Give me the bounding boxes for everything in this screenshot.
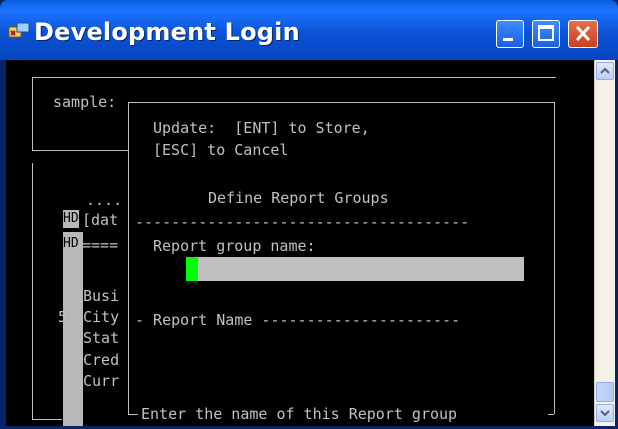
close-button[interactable] xyxy=(568,20,598,48)
minimize-button[interactable] xyxy=(496,20,524,48)
terminal-screen[interactable]: sample: .... HD HD [dat ==== Busi City S… xyxy=(6,60,594,426)
dialog-border-right xyxy=(554,102,555,414)
equals-text: ==== xyxy=(82,236,119,254)
list-item: Cred xyxy=(83,351,120,369)
maximize-button[interactable] xyxy=(532,20,560,48)
hd-label-1: HD xyxy=(63,210,79,228)
scroll-down-button[interactable] xyxy=(596,404,614,422)
bg-box-bottom xyxy=(32,150,128,151)
dialog-update-line: Update: [ENT] to Store, xyxy=(153,119,370,137)
list-item: Busi xyxy=(83,287,120,305)
number-five: 5 xyxy=(58,308,68,326)
dialog-escape-line: [ESC] to Cancel xyxy=(153,141,289,159)
terminal-window: Development Login sample: .... HD HD [da… xyxy=(0,0,618,429)
sample-label: sample: xyxy=(53,93,117,111)
vertical-scrollbar[interactable] xyxy=(594,60,615,426)
dialog-border-bottom-right xyxy=(548,414,554,415)
dialog-border-left xyxy=(128,102,129,414)
window-title: Development Login xyxy=(34,18,300,46)
scroll-thumb[interactable] xyxy=(596,382,614,402)
report-group-name-input[interactable] xyxy=(186,257,524,281)
dialog-border-top xyxy=(128,102,554,103)
title-bar[interactable]: Development Login xyxy=(0,0,618,60)
report-group-name-label: Report group name: xyxy=(153,237,316,255)
list-item: City xyxy=(83,308,120,326)
bg-box2-bottom xyxy=(32,419,62,420)
chevron-down-icon xyxy=(600,410,610,417)
bg-box2-left xyxy=(32,163,33,419)
bg-box-left xyxy=(32,77,33,150)
report-name-line: - Report Name ---------------------- xyxy=(135,311,461,329)
close-icon xyxy=(575,25,591,42)
hd-label-2: HD xyxy=(63,235,79,253)
dialog-border-bottom-left xyxy=(128,414,138,415)
text-cursor xyxy=(186,257,198,281)
list-item: Stat xyxy=(83,329,120,347)
bg-box-top xyxy=(32,77,556,78)
dialog-heading: Define Report Groups xyxy=(208,189,389,207)
maximize-icon xyxy=(538,25,554,41)
dots-text: .... xyxy=(86,191,123,209)
minimize-icon xyxy=(503,38,513,41)
gray-column xyxy=(63,232,83,426)
list-item: Curr xyxy=(83,372,120,390)
chevron-up-icon xyxy=(600,67,610,74)
terminal-app-icon xyxy=(8,22,30,38)
footer-hint: Enter the name of this Report group xyxy=(141,405,458,423)
dat-text: [dat xyxy=(82,211,119,229)
scroll-up-button[interactable] xyxy=(596,62,614,80)
dialog-separator: ------------------------------------- xyxy=(135,213,470,231)
